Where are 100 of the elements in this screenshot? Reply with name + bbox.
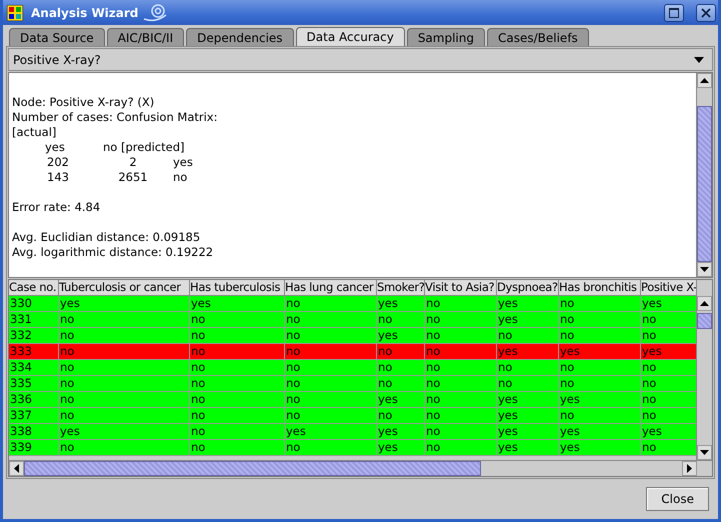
table-cell: no [425, 296, 497, 311]
table-cell: no [190, 408, 285, 423]
table-cell: no [425, 424, 497, 439]
up-arrow-icon [700, 78, 709, 83]
table-row[interactable]: 337 no no no no no yes no no [9, 408, 696, 424]
table-cell: no [425, 328, 497, 343]
table-row[interactable]: 333 no no no no no yes yes yes [9, 344, 696, 360]
table-cell: no [190, 344, 285, 359]
table-cell: no [59, 312, 190, 327]
table-cell: no [377, 408, 425, 423]
table-cell: 335 [9, 376, 59, 391]
table-cell: no [425, 392, 497, 407]
report-line: [actual] [12, 125, 58, 140]
table-cell: 332 [9, 328, 59, 343]
table-cell: no [377, 360, 425, 375]
distance-line: Avg. Euclidian distance: 0.09185 [12, 230, 202, 245]
close-dialog-button[interactable]: Close [646, 487, 709, 511]
table-cell: no [285, 408, 377, 423]
table-cell: no [285, 440, 377, 455]
table-cell: no [59, 392, 190, 407]
scrollbar-thumb[interactable] [697, 313, 712, 329]
scroll-down-button[interactable] [697, 262, 712, 277]
table-cell: no [190, 424, 285, 439]
table-cell: no [285, 376, 377, 391]
horizontal-scrollbar[interactable] [9, 460, 712, 476]
table-row[interactable]: 339 no no no yes no yes yes no [9, 440, 696, 456]
table-cell: no [190, 376, 285, 391]
table-cell: no [559, 408, 641, 423]
table-cell: yes [497, 344, 559, 359]
table-cell: no [497, 376, 559, 391]
table-cell: no [425, 344, 497, 359]
table-cell: 336 [9, 392, 59, 407]
matrix-value: 2 [128, 155, 138, 170]
table-cell: no [59, 408, 190, 423]
table-cell: yes [377, 392, 425, 407]
distance-line: Avg. logarithmic distance: 0.19222 [12, 245, 214, 260]
table-cell: 339 [9, 440, 59, 455]
tab[interactable]: Data Accuracy [296, 27, 405, 46]
scroll-up-button[interactable] [697, 296, 712, 311]
scroll-up-button[interactable] [697, 73, 712, 88]
tab[interactable]: AIC/BIC/II [106, 28, 184, 46]
maximize-button[interactable] [664, 4, 684, 22]
table-cell: no [559, 376, 641, 391]
table-cell: yes [497, 440, 559, 455]
left-arrow-icon [14, 464, 19, 473]
table-cell: no [285, 296, 377, 311]
table-cell: yes [559, 424, 641, 439]
table-cell: no [425, 360, 497, 375]
table-cell: no [190, 392, 285, 407]
dropdown-arrow-icon [694, 56, 704, 62]
table-cell: yes [59, 296, 190, 311]
table-cell: yes [190, 296, 285, 311]
table-cell: 334 [9, 360, 59, 375]
table-cell: no [425, 440, 497, 455]
table-cell: yes [377, 296, 425, 311]
table-cell: no [59, 440, 190, 455]
table-cell: yes [559, 440, 641, 455]
table-row[interactable]: 336 no no no yes no yes yes no [9, 392, 696, 408]
table-cell: no [497, 360, 559, 375]
table-cell: yes [377, 440, 425, 455]
table-cell: yes [497, 424, 559, 439]
table-cell: no [190, 312, 285, 327]
scrollbar-thumb[interactable] [697, 106, 712, 262]
tab[interactable]: Cases/Beliefs [486, 28, 589, 46]
table-cell: no [285, 392, 377, 407]
scroll-left-button[interactable] [9, 461, 24, 476]
tab[interactable]: Sampling [406, 28, 485, 46]
scrollbar-thumb[interactable] [24, 461, 481, 476]
close-icon [701, 8, 711, 18]
close-button[interactable] [696, 4, 716, 22]
table-cell: yes [497, 312, 559, 327]
report-line: Number of cases: Confusion Matrix: [12, 110, 218, 125]
table-cell: no [285, 360, 377, 375]
table-row[interactable]: 335 no no no no no no no no [9, 376, 696, 392]
vertical-scrollbar[interactable] [696, 73, 712, 277]
tab[interactable]: Data Source [9, 28, 105, 46]
table-row[interactable]: 334 no no no no no no no no [9, 360, 696, 376]
matrix-value: 143 [46, 170, 70, 185]
table-cell: yes [285, 424, 377, 439]
vertical-scrollbar[interactable] [696, 280, 712, 460]
table-cell: no [425, 376, 497, 391]
table-cell: no [425, 408, 497, 423]
up-arrow-icon [700, 301, 709, 306]
table-row[interactable]: 330 yes yes no yes no yes no yes [9, 296, 696, 312]
window-title: Analysis Wizard [31, 6, 138, 20]
table-cell: yes [377, 424, 425, 439]
error-rate: Error rate: 4.84 [12, 200, 102, 215]
table-cell: no [59, 360, 190, 375]
node-dropdown[interactable]: Positive X-ray? [8, 48, 713, 71]
scroll-down-button[interactable] [697, 445, 712, 460]
table-row[interactable]: 332 no no no yes no no no no [9, 328, 696, 344]
tab[interactable]: Dependencies [186, 28, 294, 46]
matrix-header: no [predicted] [103, 140, 185, 155]
scroll-right-button[interactable] [682, 461, 697, 476]
table-cell: no [559, 296, 641, 311]
table-row[interactable]: 331 no no no no no yes no no [9, 312, 696, 328]
table-cell: 338 [9, 424, 59, 439]
table-cell: no [59, 328, 190, 343]
table-row[interactable]: 338 yes no yes yes no yes yes yes [9, 424, 696, 440]
table-cell: no [559, 360, 641, 375]
